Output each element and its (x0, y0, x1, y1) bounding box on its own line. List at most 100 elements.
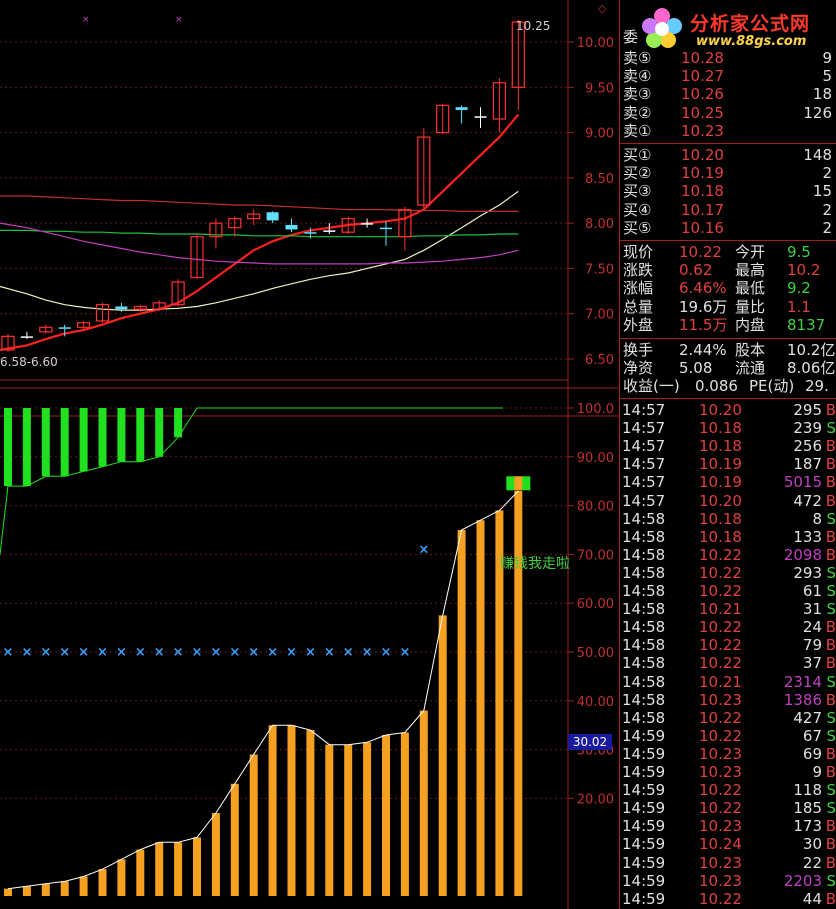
fund-value: 10.2亿 (787, 341, 836, 359)
bid-row[interactable]: 买⑤ 10.16 2 (619, 219, 836, 237)
trade-row[interactable]: 14:57 10.19 187 B (619, 455, 836, 473)
level-marker: × (154, 645, 165, 660)
stat-value: 0.62 (679, 261, 713, 280)
trade-row[interactable]: 14:59 10.23 9 B (619, 763, 836, 781)
candle-body (266, 212, 279, 221)
trade-price: 10.22 (699, 799, 742, 818)
y-tick-label: 7.50 (585, 262, 614, 277)
y-tick-label: 7.00 (585, 308, 614, 323)
ask-row[interactable]: 卖④ 10.27 5 (619, 67, 836, 85)
moving-average-line (0, 222, 519, 265)
trade-row[interactable]: 14:59 10.22 44 B (619, 890, 836, 908)
trade-volume: 61 (802, 582, 822, 600)
bid-price: 10.18 (681, 182, 724, 201)
trade-volume: 118 (793, 781, 822, 800)
bid-row[interactable]: 买③ 10.18 15 (619, 182, 836, 200)
trade-price: 10.23 (699, 763, 742, 781)
bid-row[interactable]: 买① 10.20 148 (619, 146, 836, 164)
trade-row[interactable]: 14:58 10.22 2098 B (619, 546, 836, 564)
trade-row[interactable]: 14:59 10.22 185 S (619, 799, 836, 817)
candle-body (58, 327, 71, 329)
trade-row[interactable]: 14:58 10.22 79 B (619, 636, 836, 654)
stat-value: 10.22 (679, 243, 722, 261)
ask-row[interactable]: 卖① 10.23 (619, 122, 836, 140)
trade-side: B (825, 618, 836, 637)
trade-price: 10.18 (699, 437, 742, 456)
trade-volume: 31 (802, 600, 822, 619)
indicator-bar (174, 842, 183, 896)
indicator-bar (249, 754, 258, 896)
trade-time: 14:58 (622, 600, 666, 619)
trade-row[interactable]: 14:58 10.22 24 B (619, 618, 836, 636)
trade-row[interactable]: 14:59 10.22 67 S (619, 727, 836, 745)
trade-row[interactable]: 14:57 10.18 239 S (619, 419, 836, 437)
fund-value: 29. (805, 377, 829, 396)
trade-row[interactable]: 14:57 10.20 295 B (619, 401, 836, 419)
trade-row[interactable]: 14:58 10.22 37 B (619, 654, 836, 672)
trade-side: B (825, 763, 836, 781)
stat-label: 最高 (735, 261, 766, 280)
chart-area[interactable]: 6.50 7.00 7.50 8.00 8.50 9.00 9.50 10.00 × × ◇ 20.0… (0, 0, 619, 909)
trade-row[interactable]: 14:57 10.20 472 B (619, 492, 836, 510)
trade-row[interactable]: 14:59 10.23 2203 S (619, 872, 836, 890)
ask-row[interactable]: 卖② 10.25 126 (619, 104, 836, 122)
price-range-label: 6.58-6.60 (0, 355, 58, 369)
trade-row[interactable]: 14:59 10.23 69 B (619, 745, 836, 763)
bid-row[interactable]: 买④ 10.17 2 (619, 201, 836, 219)
trade-time: 14:57 (622, 401, 666, 419)
stat-label: 量比 (735, 297, 766, 316)
green-bar (41, 408, 50, 477)
trade-row[interactable]: 14:57 10.18 256 B (619, 437, 836, 455)
trade-side: B (825, 853, 836, 872)
trade-volume: 472 (793, 491, 822, 510)
trade-time: 14:58 (622, 708, 666, 727)
fundamental-row: 换手 2.44% 股本 10.2亿 (619, 341, 836, 359)
trade-time: 14:59 (622, 871, 666, 890)
moving-average-line (0, 190, 519, 311)
indicator-bar (193, 837, 201, 896)
trade-row[interactable]: 14:58 10.21 31 S (619, 600, 836, 618)
bid-volume: 2 (822, 218, 832, 237)
stat-label: 现价 (623, 243, 654, 261)
trade-price: 10.22 (699, 545, 742, 564)
stat-value: 9.5 (787, 243, 811, 261)
bid-row[interactable]: 买② 10.19 2 (619, 164, 836, 182)
trade-time: 14:57 (622, 473, 666, 492)
trade-volume: 8 (812, 509, 822, 528)
trade-time: 14:58 (622, 563, 666, 582)
trade-row[interactable]: 14:58 10.22 61 S (619, 582, 836, 600)
y-tick-label: 70.00 (577, 548, 614, 563)
trade-row[interactable]: 14:58 10.22 293 S (619, 564, 836, 582)
bid-volume: 15 (812, 182, 832, 201)
indicator-bar (382, 734, 390, 896)
trade-row[interactable]: 14:58 10.21 2314 S (619, 673, 836, 691)
indicator-bar (287, 725, 296, 896)
bid-volume: 2 (822, 200, 832, 219)
trade-price: 10.22 (699, 582, 742, 600)
fund-value: 5.08 (679, 359, 713, 378)
trade-row[interactable]: 14:58 10.18 8 S (619, 510, 836, 528)
trade-row[interactable]: 14:58 10.18 133 B (619, 528, 836, 546)
trade-price: 10.23 (699, 817, 742, 836)
stat-value: 6.46% (679, 279, 727, 298)
trade-row[interactable]: 14:57 10.19 5015 B (619, 473, 836, 491)
bid-price: 10.16 (681, 218, 724, 237)
fund-value: 0.086 (695, 377, 738, 396)
stat-label: 总量 (623, 297, 654, 316)
indicator-bar (438, 615, 447, 896)
indicator-bar (155, 842, 164, 896)
stat-label: 最低 (735, 279, 766, 298)
trade-row[interactable]: 14:59 10.22 118 S (619, 781, 836, 799)
stat-row: 涨幅 6.46% 最低 9.2 (619, 279, 836, 297)
level-marker: × (173, 645, 184, 660)
trade-volume: 239 (793, 419, 822, 438)
ask-row[interactable]: 卖③ 10.26 18 (619, 85, 836, 103)
trade-row[interactable]: 14:58 10.22 427 S (619, 709, 836, 727)
trade-price: 10.22 (699, 726, 742, 745)
trade-row[interactable]: 14:58 10.23 1386 B (619, 691, 836, 709)
trade-row[interactable]: 14:59 10.24 30 B (619, 835, 836, 853)
trade-row[interactable]: 14:59 10.23 22 B (619, 854, 836, 872)
trade-row[interactable]: 14:59 10.23 173 B (619, 817, 836, 835)
level-marker: × (305, 645, 316, 660)
site-logo[interactable]: 分析家公式网 www.88gs.com (636, 2, 836, 54)
